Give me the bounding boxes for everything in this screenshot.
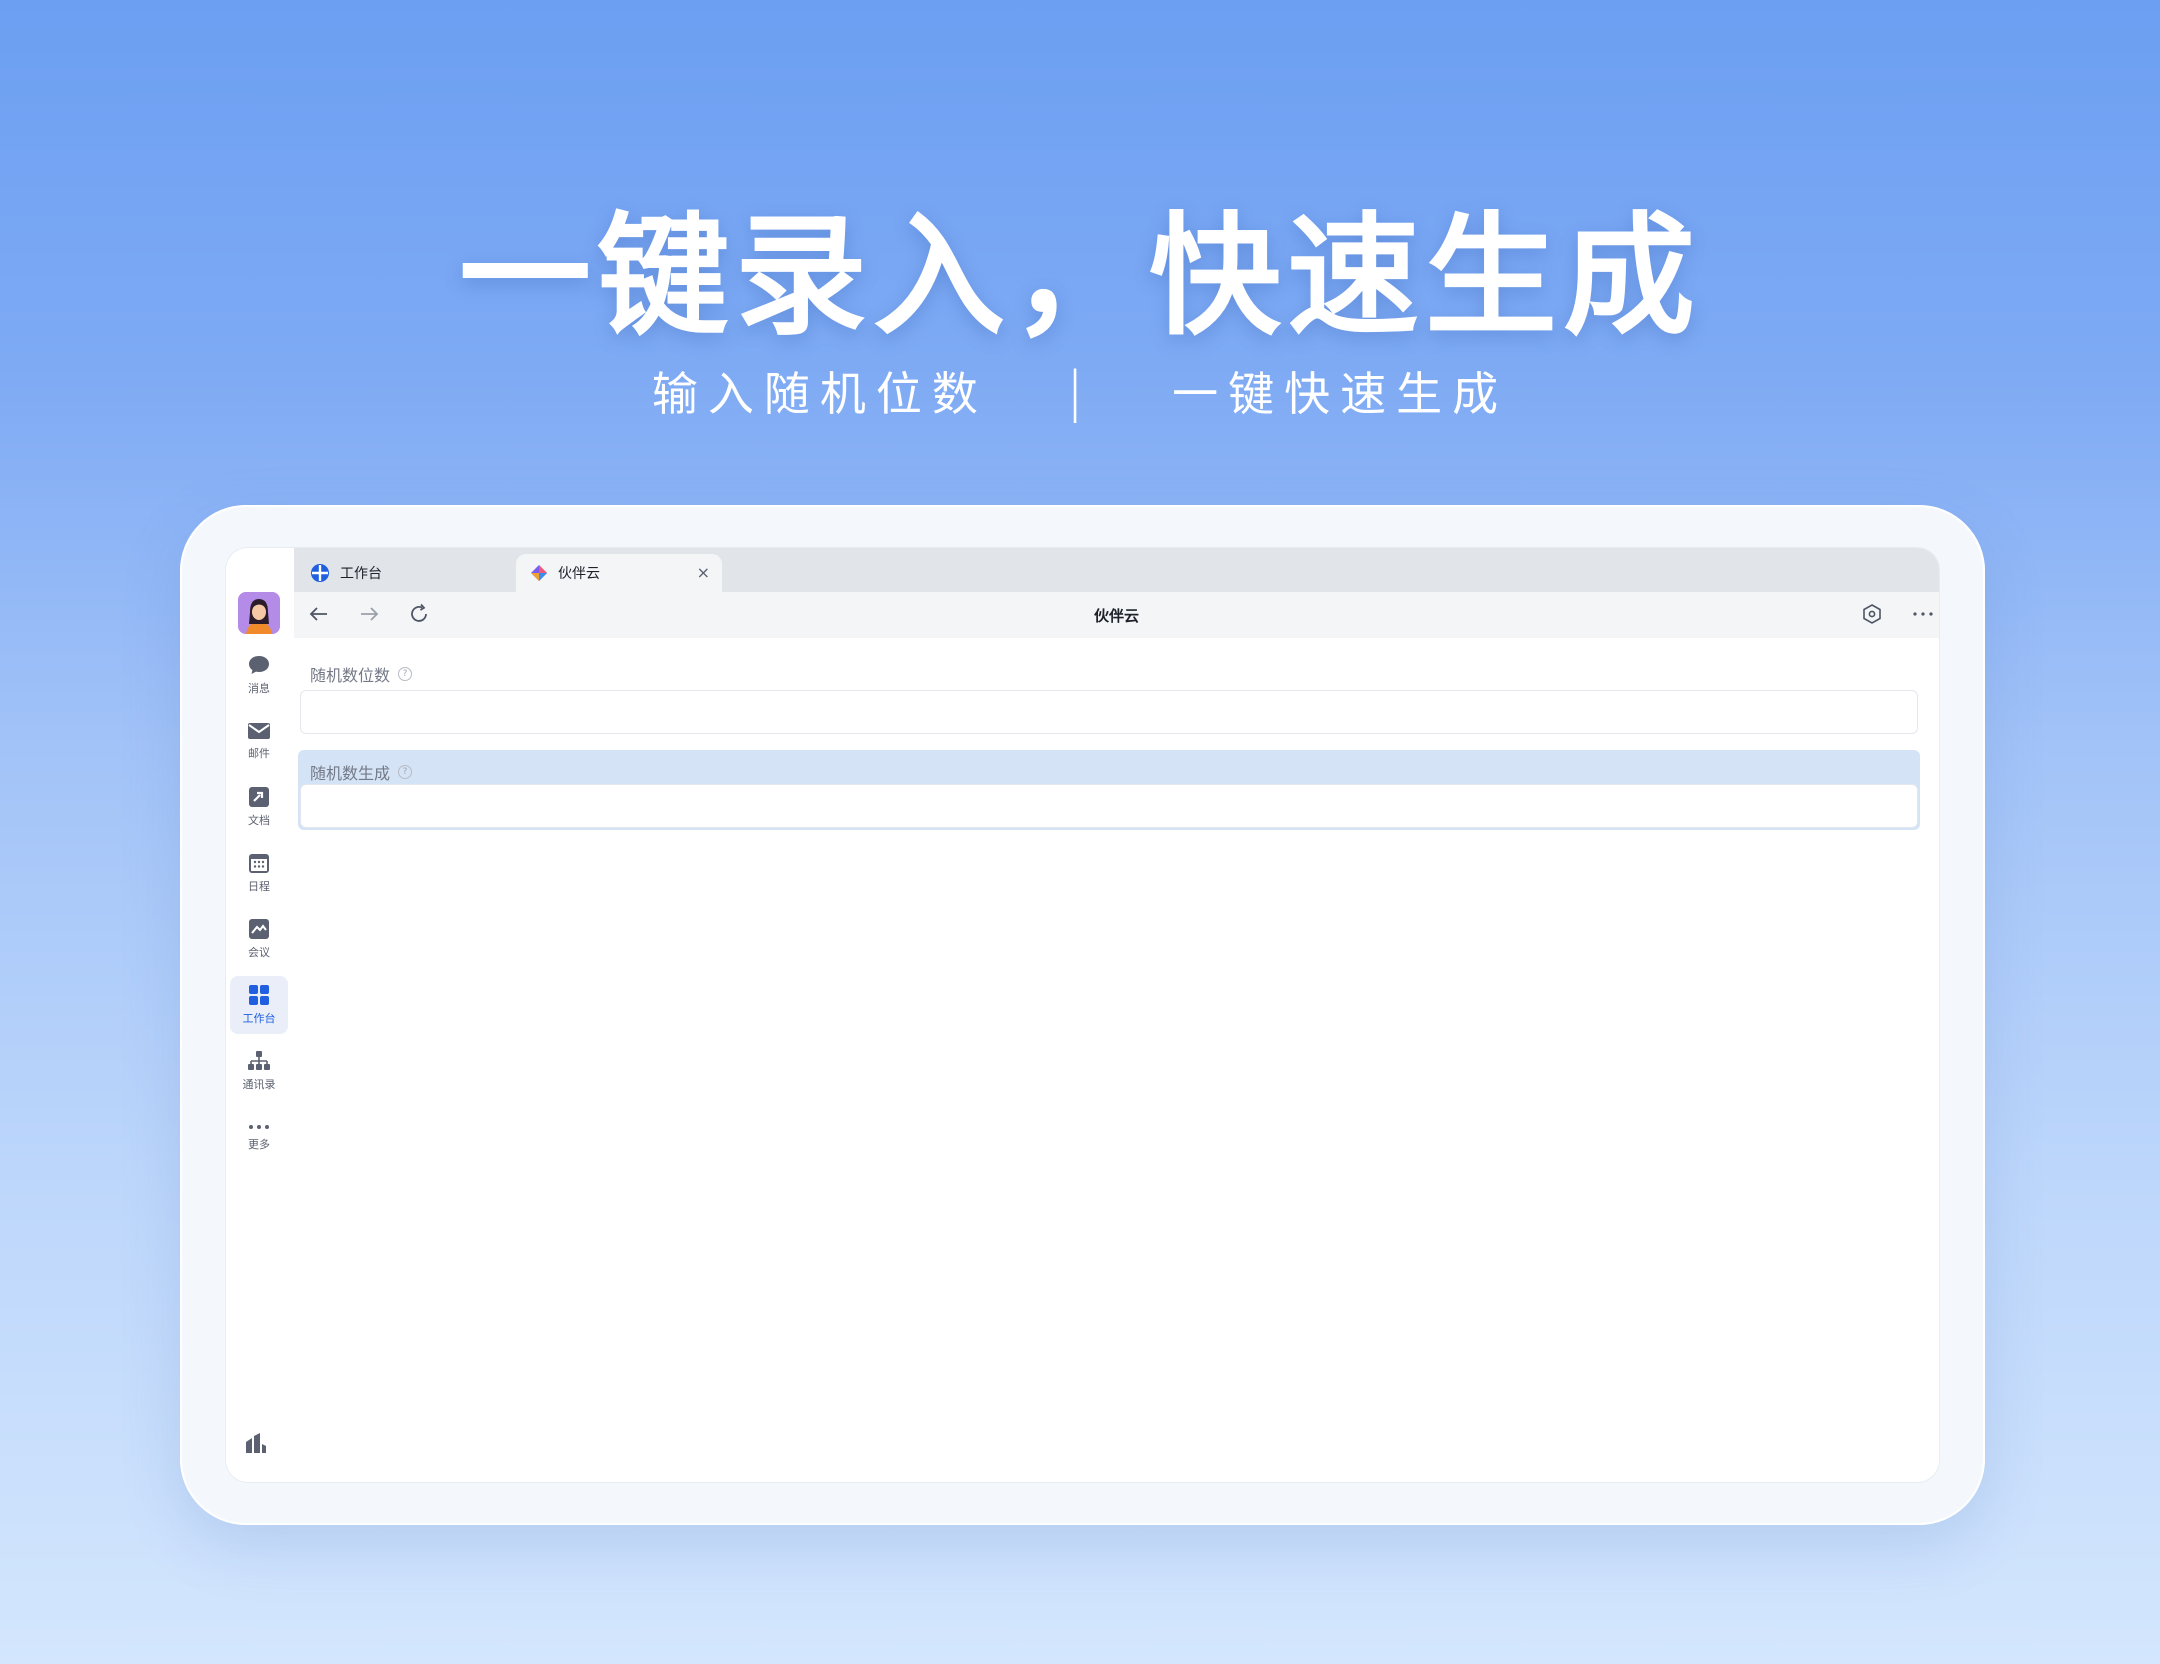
brand-logo-icon <box>244 1432 268 1458</box>
huoban-logo-icon <box>530 564 548 582</box>
sidebar-item-messages[interactable]: 消息 <box>230 646 288 704</box>
device-frame: 消息 邮件 文档 日程 会议 工作台 通讯录 更多 工作台 伙伴云 × 伙伴云 … <box>180 505 1985 1525</box>
settings-button[interactable] <box>1861 603 1883 625</box>
calendar-icon <box>249 854 269 873</box>
subheadline-right: 一键快速生成 <box>1172 367 1509 421</box>
sidebar-item-contacts[interactable]: 通讯录 <box>230 1042 288 1100</box>
help-icon[interactable]: ? <box>398 765 413 779</box>
field-label-text: 随机数生成 <box>310 764 391 783</box>
field-label-digits: 随机数位数 ? <box>310 662 413 686</box>
workbench-tab-icon <box>310 563 330 583</box>
random-digits-input[interactable] <box>300 690 1918 734</box>
sidebar-item-calendar[interactable]: 日程 <box>230 844 288 902</box>
browser-toolbar: 伙伴云 <box>294 592 1939 639</box>
sidebar-item-label: 消息 <box>248 682 270 695</box>
document-icon <box>249 787 269 807</box>
avatar-image-icon <box>238 592 280 634</box>
random-number-output[interactable] <box>300 784 1918 828</box>
help-icon[interactable]: ? <box>398 667 413 681</box>
chat-bubble-icon <box>249 656 269 674</box>
more-menu-button[interactable] <box>1911 603 1935 625</box>
sidebar-item-workbench[interactable]: 工作台 <box>230 976 288 1034</box>
sidebar: 消息 邮件 文档 日程 会议 工作台 通讯录 更多 <box>226 548 294 1482</box>
workbench-grid-icon <box>249 985 269 1005</box>
sidebar-item-more[interactable]: 更多 <box>230 1108 288 1166</box>
tab-label: 伙伴云 <box>558 566 600 582</box>
sidebar-item-meeting[interactable]: 会议 <box>230 910 288 968</box>
tab-label: 工作台 <box>340 566 382 582</box>
org-chart-icon <box>248 1051 270 1070</box>
sidebar-item-label: 文档 <box>248 814 270 827</box>
sidebar-item-label: 更多 <box>248 1138 270 1151</box>
meeting-icon <box>249 919 269 939</box>
field-label-text: 随机数位数 <box>310 666 391 685</box>
mail-icon <box>248 723 270 739</box>
hexagon-settings-icon <box>1863 604 1881 624</box>
avatar[interactable] <box>238 592 280 634</box>
subheadline: 输入随机位数 | 一键快速生成 <box>0 358 2160 424</box>
subheadline-left: 输入随机位数 <box>651 367 988 421</box>
tab-huoban[interactable]: 伙伴云 × <box>516 554 722 592</box>
form-content: 随机数位数 ? 随机数生成 ? <box>294 638 1939 1482</box>
headline: 一键录入，快速生成 <box>459 200 1701 354</box>
sidebar-item-label: 通讯录 <box>242 1078 276 1091</box>
sidebar-item-docs[interactable]: 文档 <box>230 778 288 836</box>
sidebar-item-label: 邮件 <box>248 747 270 760</box>
sidebar-item-mail[interactable]: 邮件 <box>230 712 288 770</box>
field-label-generated: 随机数生成 ? <box>310 760 413 784</box>
sidebar-item-label: 会议 <box>248 946 270 959</box>
subheadline-separator: | <box>1065 359 1095 423</box>
tab-workbench[interactable]: 工作台 <box>310 554 510 592</box>
app-window: 消息 邮件 文档 日程 会议 工作台 通讯录 更多 工作台 伙伴云 × 伙伴云 … <box>226 548 1939 1482</box>
more-dots-icon <box>249 1125 269 1129</box>
close-tab-icon[interactable]: × <box>697 563 710 582</box>
sidebar-item-label: 日程 <box>248 880 270 893</box>
tab-strip: 工作台 伙伴云 × <box>294 548 1939 592</box>
page-title: 伙伴云 <box>1093 607 1139 625</box>
sidebar-item-label: 工作台 <box>242 1012 276 1025</box>
ellipsis-icon <box>1913 612 1933 616</box>
